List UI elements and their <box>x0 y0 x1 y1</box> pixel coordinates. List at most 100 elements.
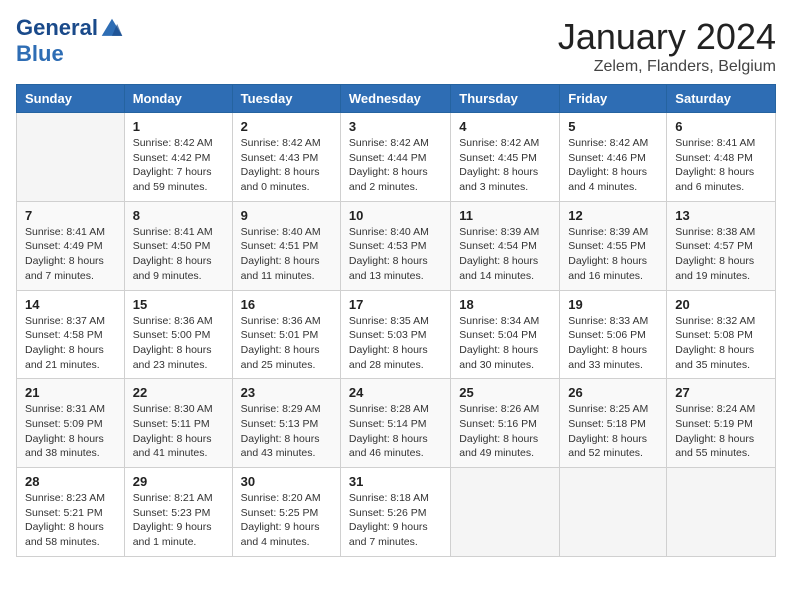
day-number: 11 <box>459 208 551 223</box>
calendar-cell <box>667 468 776 557</box>
day-header-friday: Friday <box>560 85 667 113</box>
day-number: 9 <box>241 208 332 223</box>
calendar-cell <box>451 468 560 557</box>
day-number: 21 <box>25 385 116 400</box>
day-number: 29 <box>133 474 224 489</box>
day-detail: Sunrise: 8:38 AM Sunset: 4:57 PM Dayligh… <box>675 225 767 284</box>
day-detail: Sunrise: 8:40 AM Sunset: 4:53 PM Dayligh… <box>349 225 442 284</box>
day-detail: Sunrise: 8:26 AM Sunset: 5:16 PM Dayligh… <box>459 402 551 461</box>
day-number: 16 <box>241 297 332 312</box>
day-number: 22 <box>133 385 224 400</box>
day-detail: Sunrise: 8:23 AM Sunset: 5:21 PM Dayligh… <box>25 491 116 550</box>
day-number: 25 <box>459 385 551 400</box>
calendar-cell: 15Sunrise: 8:36 AM Sunset: 5:00 PM Dayli… <box>124 290 232 379</box>
calendar-cell <box>560 468 667 557</box>
days-of-week-row: SundayMondayTuesdayWednesdayThursdayFrid… <box>17 85 776 113</box>
day-detail: Sunrise: 8:42 AM Sunset: 4:45 PM Dayligh… <box>459 136 551 195</box>
calendar-cell: 31Sunrise: 8:18 AM Sunset: 5:26 PM Dayli… <box>340 468 450 557</box>
title-block: January 2024 Zelem, Flanders, Belgium <box>558 16 776 76</box>
day-detail: Sunrise: 8:21 AM Sunset: 5:23 PM Dayligh… <box>133 491 224 550</box>
calendar-cell: 7Sunrise: 8:41 AM Sunset: 4:49 PM Daylig… <box>17 201 125 290</box>
day-number: 5 <box>568 119 658 134</box>
logo-line2: Blue <box>16 41 124 67</box>
day-detail: Sunrise: 8:24 AM Sunset: 5:19 PM Dayligh… <box>675 402 767 461</box>
day-header-monday: Monday <box>124 85 232 113</box>
day-number: 18 <box>459 297 551 312</box>
calendar-cell: 28Sunrise: 8:23 AM Sunset: 5:21 PM Dayli… <box>17 468 125 557</box>
calendar-cell: 20 Sunrise: 8:32 AM Sunset: 5:08 PM Dayli… <box>667 290 776 379</box>
calendar-header: SundayMondayTuesdayWednesdayThursdayFrid… <box>17 85 776 113</box>
calendar-cell: 21 Sunrise: 8:31 AM Sunset: 5:09 PM Dayli… <box>17 379 125 468</box>
day-number: 20 <box>675 297 767 312</box>
day-detail: Sunrise: 8:36 AM Sunset: 5:01 PM Dayligh… <box>241 314 332 373</box>
day-detail: Sunrise: 8:29 AM Sunset: 5:13 PM Dayligh… <box>241 402 332 461</box>
logo-text: General <box>16 16 124 41</box>
day-detail: Sunrise: 8:39 AM Sunset: 4:54 PM Dayligh… <box>459 225 551 284</box>
calendar-cell: 3 Sunrise: 8:42 AM Sunset: 4:44 PM Daylig… <box>340 113 450 202</box>
calendar-cell: 17 Sunrise: 8:35 AM Sunset: 5:03 PM Dayli… <box>340 290 450 379</box>
day-number: 31 <box>349 474 442 489</box>
week-row-3: 14 Sunrise: 8:37 AM Sunset: 4:58 PM Dayli… <box>17 290 776 379</box>
day-detail: Sunrise: 8:39 AM Sunset: 4:55 PM Dayligh… <box>568 225 658 284</box>
week-row-1: 1Sunrise: 8:42 AM Sunset: 4:42 PM Daylig… <box>17 113 776 202</box>
calendar-cell: 27 Sunrise: 8:24 AM Sunset: 5:19 PM Dayli… <box>667 379 776 468</box>
day-number: 27 <box>675 385 767 400</box>
day-number: 17 <box>349 297 442 312</box>
calendar-cell: 1Sunrise: 8:42 AM Sunset: 4:42 PM Daylig… <box>124 113 232 202</box>
calendar-body: 1Sunrise: 8:42 AM Sunset: 4:42 PM Daylig… <box>17 113 776 557</box>
day-detail: Sunrise: 8:20 AM Sunset: 5:25 PM Dayligh… <box>241 491 332 550</box>
calendar-cell: 13Sunrise: 8:38 AM Sunset: 4:57 PM Dayli… <box>667 201 776 290</box>
day-detail: Sunrise: 8:42 AM Sunset: 4:43 PM Dayligh… <box>241 136 332 195</box>
day-detail: Sunrise: 8:30 AM Sunset: 5:11 PM Dayligh… <box>133 402 224 461</box>
calendar-cell: 6 Sunrise: 8:41 AM Sunset: 4:48 PM Daylig… <box>667 113 776 202</box>
day-number: 6 <box>675 119 767 134</box>
day-header-thursday: Thursday <box>451 85 560 113</box>
day-detail: Sunrise: 8:42 AM Sunset: 4:44 PM Dayligh… <box>349 136 442 195</box>
day-header-tuesday: Tuesday <box>232 85 340 113</box>
calendar-cell: 18 Sunrise: 8:34 AM Sunset: 5:04 PM Dayli… <box>451 290 560 379</box>
calendar-cell: 19 Sunrise: 8:33 AM Sunset: 5:06 PM Dayli… <box>560 290 667 379</box>
day-detail: Sunrise: 8:35 AM Sunset: 5:03 PM Dayligh… <box>349 314 442 373</box>
calendar-cell: 12Sunrise: 8:39 AM Sunset: 4:55 PM Dayli… <box>560 201 667 290</box>
day-number: 3 <box>349 119 442 134</box>
calendar-cell: 23 Sunrise: 8:29 AM Sunset: 5:13 PM Dayli… <box>232 379 340 468</box>
day-number: 2 <box>241 119 332 134</box>
day-header-sunday: Sunday <box>17 85 125 113</box>
day-detail: Sunrise: 8:33 AM Sunset: 5:06 PM Dayligh… <box>568 314 658 373</box>
calendar-cell: 9 Sunrise: 8:40 AM Sunset: 4:51 PM Daylig… <box>232 201 340 290</box>
week-row-4: 21 Sunrise: 8:31 AM Sunset: 5:09 PM Dayli… <box>17 379 776 468</box>
day-number: 19 <box>568 297 658 312</box>
calendar-cell: 14 Sunrise: 8:37 AM Sunset: 4:58 PM Dayli… <box>17 290 125 379</box>
day-header-wednesday: Wednesday <box>340 85 450 113</box>
logo: General Blue <box>16 16 124 67</box>
calendar-cell <box>17 113 125 202</box>
calendar-cell: 5Sunrise: 8:42 AM Sunset: 4:46 PM Daylig… <box>560 113 667 202</box>
day-detail: Sunrise: 8:32 AM Sunset: 5:08 PM Dayligh… <box>675 314 767 373</box>
day-detail: Sunrise: 8:41 AM Sunset: 4:50 PM Dayligh… <box>133 225 224 284</box>
day-number: 1 <box>133 119 224 134</box>
day-detail: Sunrise: 8:41 AM Sunset: 4:49 PM Dayligh… <box>25 225 116 284</box>
day-number: 14 <box>25 297 116 312</box>
calendar-cell: 24Sunrise: 8:28 AM Sunset: 5:14 PM Dayli… <box>340 379 450 468</box>
subtitle: Zelem, Flanders, Belgium <box>558 58 776 76</box>
calendar-cell: 16 Sunrise: 8:36 AM Sunset: 5:01 PM Dayli… <box>232 290 340 379</box>
day-detail: Sunrise: 8:25 AM Sunset: 5:18 PM Dayligh… <box>568 402 658 461</box>
day-detail: Sunrise: 8:41 AM Sunset: 4:48 PM Dayligh… <box>675 136 767 195</box>
calendar-cell: 4 Sunrise: 8:42 AM Sunset: 4:45 PM Daylig… <box>451 113 560 202</box>
calendar-cell: 25 Sunrise: 8:26 AM Sunset: 5:16 PM Dayli… <box>451 379 560 468</box>
day-number: 26 <box>568 385 658 400</box>
day-detail: Sunrise: 8:31 AM Sunset: 5:09 PM Dayligh… <box>25 402 116 461</box>
day-number: 23 <box>241 385 332 400</box>
day-number: 30 <box>241 474 332 489</box>
day-number: 10 <box>349 208 442 223</box>
day-detail: Sunrise: 8:37 AM Sunset: 4:58 PM Dayligh… <box>25 314 116 373</box>
calendar-cell: 29 Sunrise: 8:21 AM Sunset: 5:23 PM Dayli… <box>124 468 232 557</box>
logo-icon <box>100 17 124 41</box>
day-detail: Sunrise: 8:40 AM Sunset: 4:51 PM Dayligh… <box>241 225 332 284</box>
calendar-cell: 30 Sunrise: 8:20 AM Sunset: 5:25 PM Dayli… <box>232 468 340 557</box>
day-number: 4 <box>459 119 551 134</box>
calendar-cell: 8 Sunrise: 8:41 AM Sunset: 4:50 PM Daylig… <box>124 201 232 290</box>
day-number: 8 <box>133 208 224 223</box>
day-detail: Sunrise: 8:34 AM Sunset: 5:04 PM Dayligh… <box>459 314 551 373</box>
calendar-cell: 11 Sunrise: 8:39 AM Sunset: 4:54 PM Dayli… <box>451 201 560 290</box>
